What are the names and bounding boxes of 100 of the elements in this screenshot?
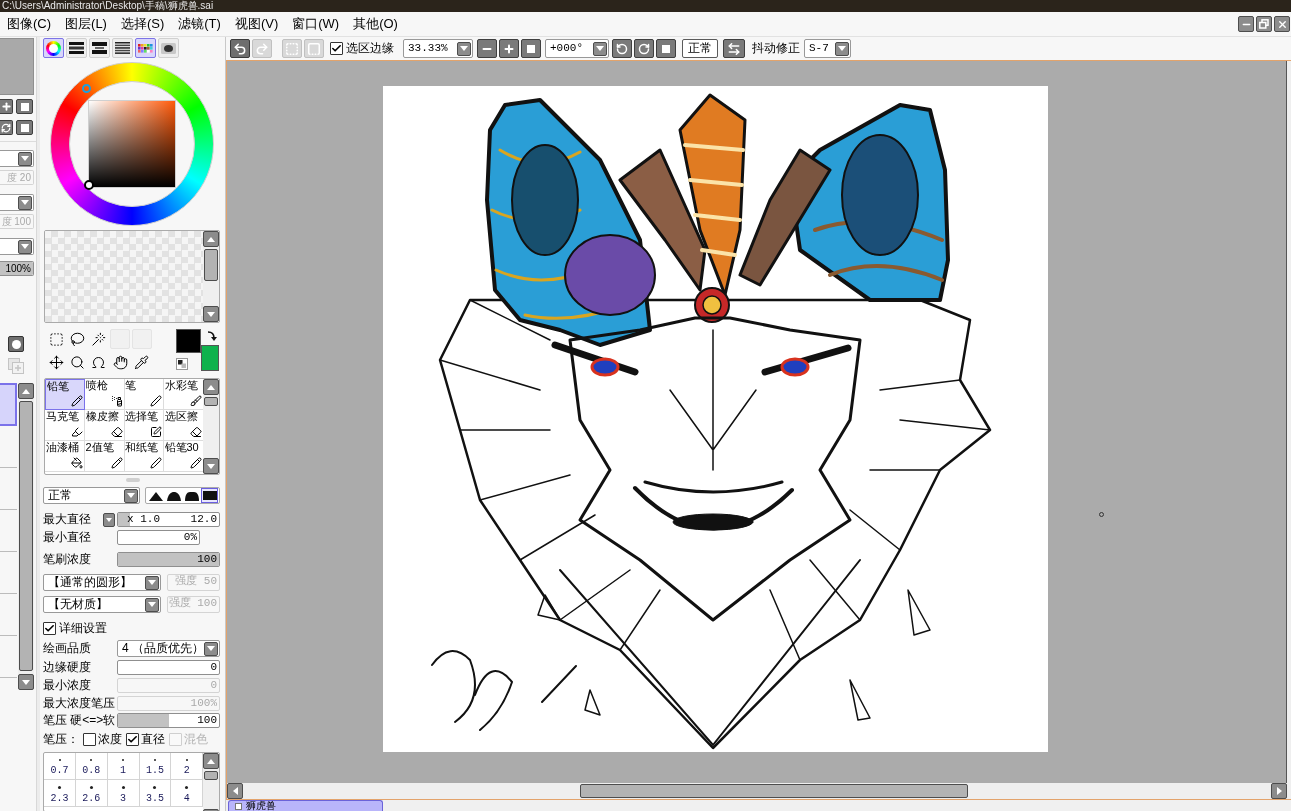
zoom-dropdown[interactable]: 33.33% [403, 39, 473, 58]
menu-item[interactable]: 其他(O) [352, 16, 399, 32]
navigator-button[interactable] [16, 99, 33, 114]
density-slider[interactable]: 100 [117, 552, 220, 567]
zoom-out-button[interactable] [477, 39, 497, 58]
scroll-right-button[interactable] [1271, 783, 1287, 799]
quality-dropdown[interactable]: 4 （品质优先） [117, 640, 220, 657]
color-swatch-grid[interactable] [45, 231, 203, 322]
color-mode-button[interactable] [135, 38, 156, 58]
rotate-button[interactable] [0, 120, 13, 135]
scroll-up-button[interactable] [18, 383, 34, 399]
brush-slot[interactable]: 铅笔 [45, 379, 85, 410]
minimize-button[interactable] [1238, 16, 1254, 32]
brush-slot[interactable]: 油漆桶 [45, 441, 85, 472]
blend-mode-dropdown[interactable]: 正常 [43, 487, 140, 504]
swap-arrow-icon[interactable] [207, 330, 217, 341]
brush-slot[interactable]: 和纸笔 [124, 441, 164, 472]
color-mode-button[interactable] [66, 38, 87, 58]
reset-colors-icon[interactable] [176, 358, 188, 370]
dropdown[interactable] [0, 150, 34, 167]
navigator-button[interactable] [16, 120, 33, 135]
color-mode-button[interactable] [43, 38, 64, 58]
scrollbar-track[interactable] [18, 383, 34, 690]
dropdown[interactable] [0, 238, 34, 255]
color-marker-icon[interactable] [84, 180, 94, 190]
rotate-left-button[interactable] [612, 39, 632, 58]
scrollbar-thumb[interactable] [204, 249, 218, 281]
resize-handle[interactable] [125, 478, 140, 482]
checkbox-label[interactable]: 详细设置 [59, 620, 107, 636]
close-button[interactable] [1274, 16, 1290, 32]
scroll-down-button[interactable] [203, 306, 219, 322]
primary-color-swatch[interactable] [176, 329, 201, 353]
rotate-right-button[interactable] [634, 39, 654, 58]
checkbox-label[interactable]: 选区边缘 [346, 41, 394, 56]
brush-slot[interactable]: 喷枪 [84, 379, 125, 410]
opacity-slider[interactable]: 100% [0, 261, 34, 276]
scroll-left-button[interactable] [227, 783, 243, 799]
flip-button[interactable] [723, 39, 745, 58]
rotation-dropdown[interactable]: +000° [545, 39, 609, 58]
brush-slot[interactable]: 2值笔 [84, 441, 125, 472]
brush-slot[interactable]: 笔 [124, 379, 164, 410]
checkbox[interactable] [126, 732, 139, 746]
brush-size-cell[interactable]: 3.5 [139, 780, 172, 807]
menu-item[interactable]: 选择(S) [119, 16, 166, 32]
brush-size-cell[interactable]: 2.3 [44, 780, 76, 807]
scrollbar-thumb[interactable] [19, 401, 33, 671]
brush-size-cell[interactable]: 2.6 [75, 780, 108, 807]
brush-slot[interactable]: 橡皮擦 [84, 410, 125, 441]
checkbox[interactable] [330, 42, 343, 55]
brush-size-cell[interactable]: 0.7 [44, 753, 76, 780]
zoom-reset-button[interactable] [521, 39, 541, 58]
checkbox[interactable] [83, 732, 96, 746]
scroll-up-button[interactable] [203, 231, 219, 247]
brush-shape-dropdown[interactable]: 【通常的圆形】 [43, 574, 161, 591]
brush-size-cell[interactable]: 1.5 [139, 753, 172, 780]
min-size-field[interactable]: 0% [117, 530, 200, 545]
color-mode-button[interactable] [89, 38, 110, 58]
scroll-up-button[interactable] [203, 379, 219, 395]
color-mode-button[interactable] [158, 38, 179, 58]
zoom-in-button[interactable] [0, 99, 13, 114]
checkbox-label[interactable]: 浓度 [98, 731, 122, 747]
brush-size-cell[interactable]: 0.8 [75, 753, 108, 780]
scrollbar-thumb[interactable] [580, 784, 968, 798]
number-field[interactable]: 0 [117, 660, 220, 675]
scrollbar-track[interactable] [203, 379, 219, 474]
brush-slot[interactable]: 马克笔 [45, 410, 85, 441]
menu-item[interactable]: 图像(C) [6, 16, 53, 32]
scroll-up-button[interactable] [203, 753, 219, 769]
scroll-down-button[interactable] [18, 674, 34, 690]
texture-dropdown[interactable]: 【无材质】 [43, 596, 161, 613]
menu-item[interactable]: 窗口(W) [291, 16, 341, 32]
restore-button[interactable] [1256, 16, 1272, 32]
undo-button[interactable] [230, 39, 250, 58]
stabilizer-dropdown[interactable]: S-7 [804, 39, 851, 58]
secondary-color-swatch[interactable] [201, 345, 219, 371]
max-size-slider[interactable]: x 1.0 12.0 [117, 512, 220, 527]
rotation-reset-button[interactable] [656, 39, 676, 58]
scrollbar-thumb[interactable] [204, 771, 218, 780]
scrollbar-thumb[interactable] [204, 397, 218, 406]
brush-slot[interactable]: 选择笔 [124, 410, 164, 441]
view-mode-button[interactable]: 正常 [682, 39, 718, 58]
scroll-down-button[interactable] [203, 458, 219, 474]
brush-tip-button[interactable] [201, 488, 218, 503]
checkbox[interactable] [43, 621, 56, 635]
dropdown[interactable] [0, 194, 34, 211]
menu-item[interactable]: 图层(L) [64, 16, 108, 32]
brush-size-cell[interactable]: 3 [107, 780, 140, 807]
menu-item[interactable]: 滤镜(T) [177, 16, 222, 32]
zoom-in-button[interactable] [499, 39, 519, 58]
hue-marker-icon[interactable] [82, 84, 91, 93]
document-tab[interactable]: 狮虎兽 [228, 800, 383, 811]
scrollbar-track[interactable] [203, 753, 219, 811]
checkbox-label[interactable]: 直径 [141, 731, 165, 747]
brush-size-cell[interactable]: 1 [107, 753, 140, 780]
slider-track[interactable]: 100 [117, 713, 220, 728]
scrollbar-track[interactable] [203, 231, 219, 322]
menu-item[interactable]: 视图(V) [233, 16, 280, 32]
saturation-value-square[interactable] [88, 100, 176, 188]
circle-icon[interactable] [8, 336, 24, 352]
color-mode-button[interactable] [112, 38, 133, 58]
